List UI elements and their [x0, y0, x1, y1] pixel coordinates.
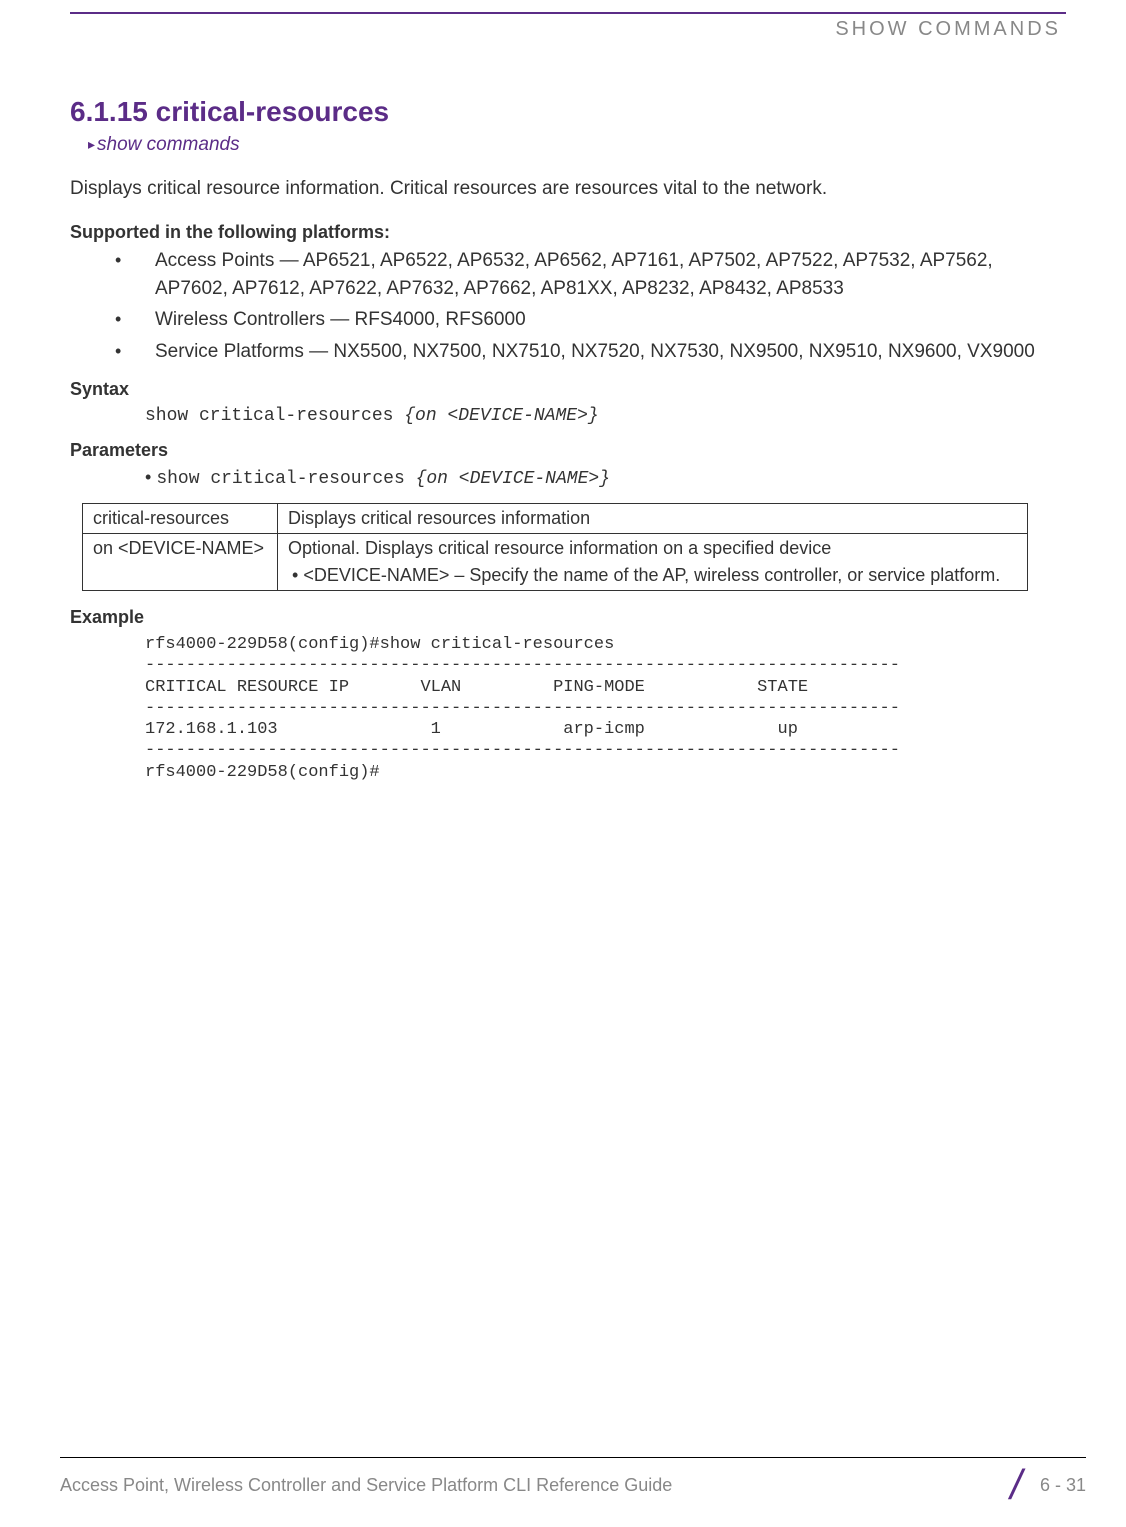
footer-page-number: 6 - 31 — [1040, 1475, 1086, 1496]
param-desc-subline: <DEVICE-NAME> – Specify the name of the … — [288, 565, 1017, 586]
syntax-command-param: {on <DEVICE-NAME>} — [404, 406, 598, 426]
example-output: rfs4000-229D58(config)#show critical-res… — [145, 634, 1066, 783]
syntax-heading: Syntax — [70, 379, 1066, 400]
param-desc-cell: Displays critical resources information — [278, 504, 1028, 534]
section-description: Displays critical resource information. … — [70, 178, 1066, 200]
page-footer: Access Point, Wireless Controller and Se… — [0, 1457, 1126, 1502]
list-item: Access Points — AP6521, AP6522, AP6532, … — [115, 247, 1066, 302]
section-title: 6.1.15 critical-resources — [70, 96, 1066, 128]
chapter-header: SHOW COMMANDS — [70, 18, 1066, 41]
table-row: on <DEVICE-NAME> Optional. Displays crit… — [83, 534, 1028, 591]
platforms-list: Access Points — AP6521, AP6522, AP6532, … — [70, 247, 1066, 365]
parameters-table: critical-resources Displays critical res… — [82, 503, 1028, 591]
example-heading: Example — [70, 607, 1066, 628]
parameters-command: show critical-resources {on <DEVICE-NAME… — [145, 467, 1066, 489]
list-item: Service Platforms — NX5500, NX7500, NX75… — [115, 338, 1066, 366]
footer-doc-title: Access Point, Wireless Controller and Se… — [60, 1475, 672, 1496]
table-row: critical-resources Displays critical res… — [83, 504, 1028, 534]
param-name-cell: critical-resources — [83, 504, 278, 534]
syntax-command-text: show critical-resources — [145, 406, 404, 426]
param-desc-cell: Optional. Displays critical resource inf… — [278, 534, 1028, 591]
footer-slash-icon: / — [1010, 1468, 1022, 1502]
list-item: Wireless Controllers — RFS4000, RFS6000 — [115, 306, 1066, 334]
syntax-command: show critical-resources {on <DEVICE-NAME… — [145, 406, 1066, 426]
parameters-heading: Parameters — [70, 440, 1066, 461]
parameters-command-param: {on <DEVICE-NAME>} — [416, 469, 610, 489]
platforms-heading: Supported in the following platforms: — [70, 222, 1066, 243]
param-desc-line: Optional. Displays critical resource inf… — [288, 538, 1017, 559]
parameters-command-text: show critical-resources — [145, 469, 416, 489]
header-rule — [70, 12, 1066, 14]
param-name-cell: on <DEVICE-NAME> — [83, 534, 278, 591]
breadcrumb: show commands — [88, 134, 1066, 156]
footer-rule — [60, 1457, 1086, 1458]
